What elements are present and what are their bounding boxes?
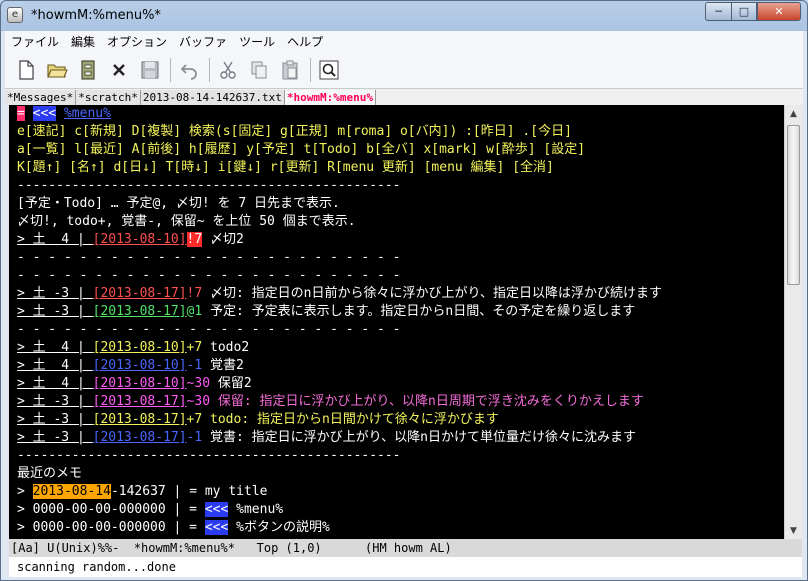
tab-scratch[interactable]: *scratch*: [76, 90, 141, 105]
menu-file[interactable]: ファイル: [5, 33, 65, 50]
paste-button[interactable]: [277, 57, 303, 83]
schedule-entry-top[interactable]: > 土 4 | [2013-08-10]!7 〆切2: [9, 231, 784, 249]
new-file-icon: [19, 59, 34, 80]
menu-header-line: = <<< %menu%: [9, 105, 784, 123]
goto-button[interactable]: <<<: [204, 520, 229, 535]
cabinet-icon: [81, 59, 95, 80]
defer-entry[interactable]: > 土 4 | [2013-08-10]~30 保留2: [9, 375, 784, 393]
defer-entry[interactable]: > 土 -3 | [2013-08-17]~30 保留: 指定日に浮かび上がり、…: [9, 393, 784, 411]
minimize-button[interactable]: ─: [705, 2, 731, 21]
recent-memo-item[interactable]: > 0000-00-00-000000 | = <<< %menu%: [9, 501, 784, 519]
goto-button[interactable]: <<<: [204, 502, 229, 517]
todo-entry[interactable]: > 土 4 | [2013-08-10]+7 todo2: [9, 339, 784, 357]
search-icon: [319, 60, 339, 79]
window-controls: ─ □ ✕: [705, 2, 801, 21]
recent-heading: 最近のメモ: [17, 466, 83, 481]
vertical-scrollbar[interactable]: ▲ ▼: [784, 105, 802, 539]
window-title: *howmM:%menu%*: [31, 7, 161, 23]
tab-messages[interactable]: *Messages*: [5, 90, 77, 105]
toolbar-separator: [310, 57, 311, 82]
close-button[interactable]: ✕: [757, 2, 801, 21]
clipboard-icon: [282, 60, 298, 79]
memo-entry[interactable]: > 土 4 | [2013-08-10]-1 覚書2: [9, 357, 784, 375]
undo-button[interactable]: [176, 57, 202, 83]
close-x-icon: [113, 63, 125, 76]
separator-line: ----------------------------------------…: [17, 448, 401, 463]
schedule-entry[interactable]: > 土 -3 | [2013-08-17]@1 予定: 予定表に表示します。指定…: [9, 303, 784, 321]
arrow-up-icon: ▲: [790, 108, 797, 119]
floppy-disk-icon: [141, 60, 159, 79]
tab-memo-file[interactable]: 2013-08-14-142637.txt: [140, 90, 285, 105]
emacs-window: e *howmM:%menu%* ─ □ ✕ ファイル 編集 オプション バッフ…: [0, 0, 808, 581]
memo-entry[interactable]: > 土 -3 | [2013-08-17]-1 覚書: 指定日に浮かび上がり、以…: [9, 429, 784, 447]
menu-edit[interactable]: 編集: [65, 33, 101, 50]
close-icon: ✕: [774, 5, 784, 18]
menu-tools[interactable]: ツール: [233, 33, 281, 50]
undo-icon: [180, 63, 197, 80]
menu-help[interactable]: ヘルプ: [281, 33, 329, 50]
open-folder-button[interactable]: [44, 57, 70, 83]
toolbar: [5, 51, 803, 89]
dashed-separator-3: - - - - - - - - - - - - - - - - - - - - …: [17, 322, 401, 337]
scissors-icon: [220, 61, 236, 79]
menu-bar: ファイル 編集 オプション バッファ ツール ヘルプ: [5, 31, 803, 51]
scroll-down-button[interactable]: ▼: [785, 522, 802, 539]
back-button[interactable]: <<<: [32, 106, 57, 121]
maximize-button[interactable]: □: [731, 2, 757, 21]
buffer-tabs: *Messages* *scratch* 2013-08-14-142637.t…: [5, 89, 803, 105]
arrow-down-icon: ▼: [790, 525, 797, 536]
new-file-button[interactable]: [13, 57, 39, 83]
info-line-2: 〆切!, todo+, 覚書-, 保留~ を上位 50 個まで表示.: [17, 214, 356, 229]
todo-entry[interactable]: > 土 -3 | [2013-08-17]+7 todo: 指定日からn日間かけ…: [9, 411, 784, 429]
emacs-icon[interactable]: e: [7, 7, 23, 23]
separator-line: ----------------------------------------…: [17, 178, 401, 193]
save-button[interactable]: [137, 57, 163, 83]
toolbar-separator: [209, 57, 210, 82]
open-directory-button[interactable]: [75, 57, 101, 83]
close-buffer-button[interactable]: [106, 57, 132, 83]
menu-options[interactable]: オプション: [101, 33, 173, 50]
shortcut-row-3[interactable]: K[題↑] [名↑] d[日↓] T[時↓] i[鍵↓] r[更新] R[men…: [9, 159, 784, 177]
info-line-1: [予定・Todo] … 予定@, 〆切! を 7 日先まで表示.: [17, 196, 340, 211]
title-bar: e *howmM:%menu%* ─ □ ✕: [1, 1, 807, 29]
recent-memo-item[interactable]: > 2013-08-14-142637 | = my title: [9, 483, 784, 501]
toolbar-separator: [170, 57, 171, 82]
scroll-up-button[interactable]: ▲: [785, 105, 802, 122]
copy-button[interactable]: [246, 57, 272, 83]
recent-memo-item[interactable]: > 0000-00-00-000000 | = <<< %ボタンの説明%: [9, 519, 784, 537]
shortcut-row-1[interactable]: e[速記] c[新規] D[複製] 検索(s[固定] g[正規] m[roma]…: [9, 123, 784, 141]
copy-icon: [251, 61, 267, 78]
dashed-separator-1: - - - - - - - - - - - - - - - - - - - - …: [17, 250, 401, 265]
shortcut-row-2[interactable]: a[一覧] l[最近] A[前後] h[履歴] y[予定] t[Todo] b[…: [9, 141, 784, 159]
dashed-separator-2: - - - - - - - - - - - - - - - - - - - - …: [17, 268, 401, 283]
folder-open-icon: [47, 63, 68, 78]
cursor: =: [17, 106, 25, 121]
menu-buffers[interactable]: バッファ: [173, 33, 233, 50]
mode-line[interactable]: [Aa] U(Unix)%%- *howmM:%menu%* Top (1,0)…: [9, 539, 802, 557]
deadline-entry[interactable]: > 土 -3 | [2013-08-17]!7 〆切: 指定日のn日前から徐々に…: [9, 285, 784, 303]
minimize-icon: ─: [715, 5, 722, 18]
minibuffer[interactable]: scanning random...done: [9, 557, 802, 577]
maximize-icon: □: [738, 5, 750, 18]
search-button[interactable]: [316, 57, 342, 83]
menu-title: %menu%: [63, 106, 111, 121]
editor-buffer[interactable]: = <<< %menu% e[速記] c[新規] D[複製] 検索(s[固定] …: [9, 105, 784, 539]
tab-howm-menu[interactable]: *howmM:%menu%: [284, 90, 377, 105]
cut-button[interactable]: [215, 57, 241, 83]
scroll-thumb[interactable]: [787, 125, 800, 285]
